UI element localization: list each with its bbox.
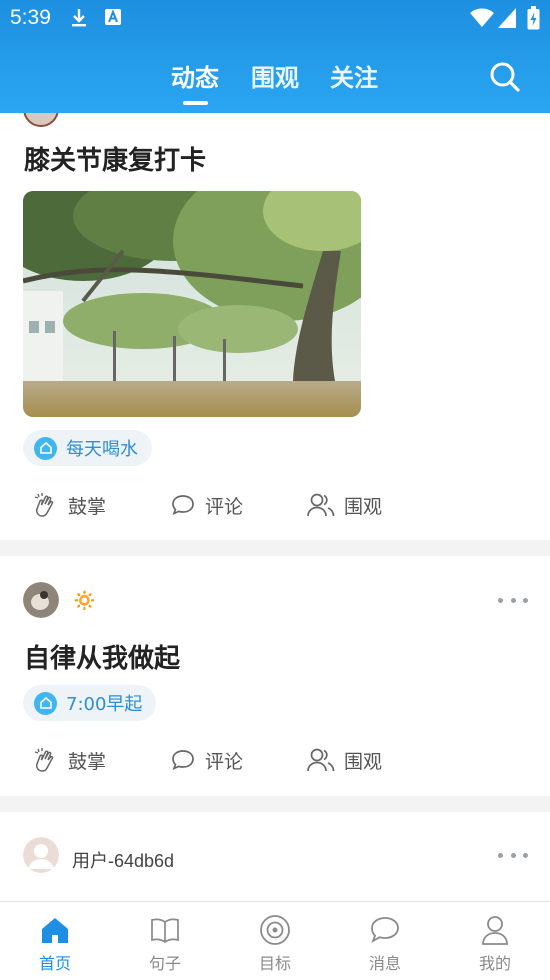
goal-tag[interactable]: 7:00早起 [23, 685, 157, 721]
mood-emoji: 🔅 [72, 588, 97, 612]
comment-icon [172, 495, 194, 516]
chat-icon [371, 917, 399, 944]
username[interactable]: 用户-64db6d [72, 847, 174, 873]
feed-tabs: 动态 围观 关注 [0, 52, 550, 112]
goal-tag[interactable]: 每天喝水 [23, 430, 152, 466]
post-title: 膝关节康复打卡 [24, 146, 207, 176]
tab-follow[interactable]: 关注 [330, 58, 378, 93]
search-icon [490, 62, 520, 92]
wifi-icon [470, 8, 494, 32]
app-header: 5:39 动态 围观 关注 [0, 0, 550, 113]
nav-label: 首页 [38, 954, 71, 973]
nav-label: 消息 [368, 954, 401, 973]
comment-icon [172, 750, 194, 771]
watch-button[interactable]: 围观 [306, 746, 382, 774]
tab-dynamic[interactable]: 动态 [171, 58, 219, 93]
post-card[interactable]: 🔅 自律从我做起 7:00早起 鼓掌 评论 围观 [0, 556, 550, 796]
watch-label: 围观 [344, 495, 383, 518]
nav-goals[interactable]: 目标 [220, 902, 330, 980]
active-tab-indicator [183, 101, 208, 105]
tag-label: 每天喝水 [66, 439, 138, 460]
post-card[interactable]: 膝关节康复打卡 每天喝水 鼓掌 评论 围观 [0, 91, 550, 540]
post-photo[interactable] [23, 191, 361, 417]
comment-button[interactable]: 评论 [169, 491, 243, 519]
book-icon [151, 918, 179, 944]
status-bar: 5:39 [0, 0, 550, 38]
cheer-button[interactable]: 鼓掌 [32, 491, 106, 519]
status-time: 5:39 [10, 6, 51, 29]
signal-icon [498, 8, 516, 32]
target-icon [260, 915, 290, 945]
comment-label: 评论 [205, 750, 244, 773]
people-icon [307, 748, 335, 772]
post-title: 自律从我做起 [24, 644, 181, 674]
clap-icon [34, 748, 54, 772]
cheer-label: 鼓掌 [68, 750, 107, 773]
cheer-label: 鼓掌 [68, 495, 107, 518]
post-card[interactable]: 用户-64db6d [0, 812, 550, 902]
comment-button[interactable]: 评论 [169, 746, 243, 774]
home-tag-icon [34, 436, 57, 460]
profile-icon [482, 916, 508, 945]
nav-sentences[interactable]: 句子 [110, 902, 220, 980]
nav-messages[interactable]: 消息 [330, 902, 440, 980]
battery-icon [527, 6, 540, 34]
nav-label: 句子 [148, 954, 181, 973]
search-button[interactable] [488, 60, 522, 94]
nav-profile[interactable]: 我的 [440, 902, 550, 980]
nav-home[interactable]: 首页 [0, 902, 110, 980]
bottom-navigation: 首页 句子 目标 消息 我的 [0, 901, 550, 980]
comment-label: 评论 [205, 495, 244, 518]
tab-watch[interactable]: 围观 [251, 58, 299, 93]
avatar[interactable] [23, 582, 59, 618]
more-options-button[interactable] [498, 851, 528, 859]
home-tag-icon [34, 691, 57, 715]
text-input-icon [104, 8, 122, 30]
nav-label: 我的 [478, 954, 511, 973]
watch-label: 围观 [344, 750, 383, 773]
avatar[interactable] [23, 837, 59, 873]
more-options-button[interactable] [498, 596, 528, 604]
watch-button[interactable]: 围观 [306, 491, 382, 519]
tag-label: 7:00早起 [66, 694, 143, 715]
download-icon [70, 8, 88, 32]
home-icon [42, 918, 68, 943]
people-icon [307, 493, 335, 517]
cheer-button[interactable]: 鼓掌 [32, 746, 106, 774]
nav-label: 目标 [258, 954, 291, 973]
clap-icon [34, 493, 54, 517]
